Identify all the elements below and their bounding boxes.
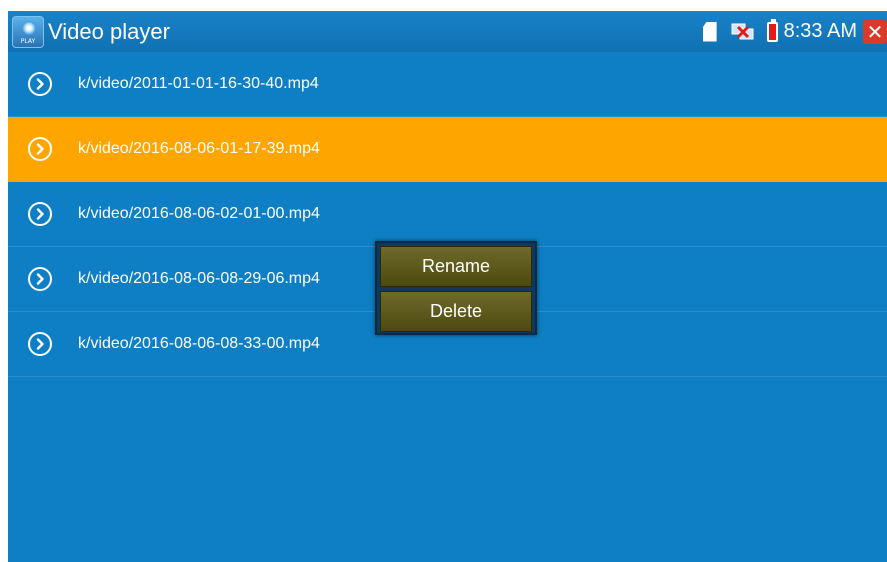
close-icon[interactable]: ✕ <box>863 19 887 44</box>
status-bar: 8:33 AM ✕ <box>702 11 887 52</box>
page-title: Video player <box>48 18 170 44</box>
app-icon-disc <box>22 20 36 35</box>
app-icon-label: PLAY <box>20 37 36 45</box>
play-circle-icon[interactable] <box>28 202 52 226</box>
play-circle-icon[interactable] <box>28 332 52 356</box>
file-name: k/video/2016-08-06-02-01-00.mp4 <box>78 205 320 222</box>
title-bar: PLAY Video player 8:33 AM ✕ <box>8 11 887 52</box>
status-clock: 8:33 AM <box>783 20 857 42</box>
file-row[interactable]: k/video/2011-01-01-16-30-40.mp4 <box>8 52 887 117</box>
file-name: k/video/2016-08-06-08-33-00.mp4 <box>78 335 320 352</box>
play-circle-icon[interactable] <box>28 137 52 161</box>
play-circle-icon[interactable] <box>28 267 52 291</box>
file-name: k/video/2016-08-06-08-29-06.mp4 <box>78 270 320 287</box>
file-name: k/video/2016-08-06-01-17-39.mp4 <box>78 140 320 157</box>
network-disconnected-icon <box>731 23 754 39</box>
delete-button[interactable]: Delete <box>380 291 532 332</box>
file-row[interactable]: k/video/2016-08-06-01-17-39.mp4 <box>8 117 887 182</box>
rename-button[interactable]: Rename <box>380 246 532 287</box>
video-player-screen: PLAY Video player 8:33 AM ✕ k/video/2011… <box>8 11 887 562</box>
sd-card-icon <box>702 21 717 42</box>
battery-charging-icon <box>766 18 778 42</box>
file-name: k/video/2011-01-01-16-30-40.mp4 <box>78 75 319 92</box>
play-circle-icon[interactable] <box>28 72 52 96</box>
context-menu: Rename Delete <box>375 241 537 335</box>
video-play-icon: PLAY <box>12 15 44 48</box>
file-row[interactable]: k/video/2016-08-06-02-01-00.mp4 <box>8 182 887 247</box>
